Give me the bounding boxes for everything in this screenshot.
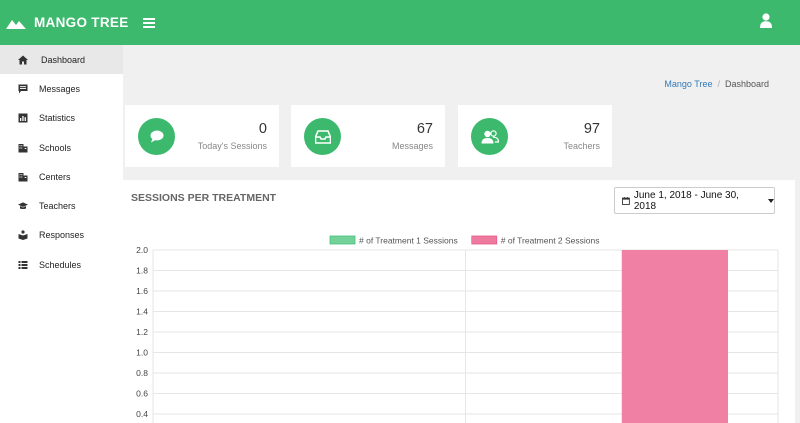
breadcrumb-current: Dashboard [724, 79, 769, 89]
sidebar-item-label: Teachers [39, 201, 76, 212]
mountain-logo-icon [6, 19, 26, 29]
home-icon [18, 55, 28, 65]
stat-label: Today's Sessions [197, 141, 267, 151]
sidebar-item-label: Schools [39, 142, 72, 153]
stat-value: 67 [416, 121, 433, 137]
sidebar-item-label: Messages [39, 83, 81, 94]
breadcrumb-link-root[interactable]: Mango Tree [664, 79, 712, 89]
legend-swatch [329, 235, 356, 245]
inbox-icon [304, 118, 341, 155]
legend-swatch [471, 235, 498, 245]
sidebar-item-label: Centers [39, 171, 71, 182]
sidebar-item-schedules[interactable]: Schedules [0, 250, 123, 279]
bar-chart-icon [18, 113, 28, 123]
chart-title: SESSIONS PER TREATMENT [131, 192, 277, 204]
sidebar-item-dashboard[interactable]: Dashboard [0, 45, 123, 75]
bar-2 [621, 250, 728, 423]
sidebar-item-label: Dashboard [41, 54, 86, 65]
y-tick-label: 0.6 [136, 389, 148, 399]
sidebar-item-label: Statistics [39, 113, 76, 124]
calendar-icon [622, 196, 630, 205]
list-icon [18, 260, 28, 270]
message-icon [18, 84, 28, 94]
legend-label: # of Treatment 2 Sessions [501, 236, 600, 246]
sidebar-item-label: Schedules [39, 259, 82, 270]
sidebar-item-teachers[interactable]: Teachers [0, 191, 123, 220]
y-tick-label: 1.0 [136, 348, 148, 358]
date-range-text: June 1, 2018 - June 30, 2018 [633, 189, 739, 212]
user-icon[interactable] [760, 13, 772, 28]
chat-bubble-icon [138, 118, 175, 155]
sidebar-item-responses[interactable]: Responses [0, 221, 123, 250]
y-tick-label: 1.2 [136, 327, 148, 337]
stat-value: 97 [583, 121, 600, 137]
legend-label: # of Treatment 1 Sessions [359, 236, 458, 246]
breadcrumb-separator: / [717, 79, 720, 89]
stat-value: 0 [258, 121, 267, 137]
y-tick-label: 1.8 [136, 266, 148, 276]
chevron-down-icon [768, 198, 774, 203]
stat-card-messages: 67 Messages [291, 105, 445, 167]
sidebar-item-schools[interactable]: Schools [0, 133, 123, 162]
sidebar-item-statistics[interactable]: Statistics [0, 104, 123, 133]
users-icon [471, 118, 508, 155]
y-tick-label: 2.0 [136, 245, 148, 255]
stat-label: Messages [391, 141, 433, 151]
brand[interactable]: MANGO TREE [0, 0, 129, 45]
breadcrumb: Mango Tree / Dashboard [664, 79, 769, 89]
sessions-chart: 2.0 1.8 1.6 1.4 1.2 1.0 0.8 0.6 0.4 # of Treatmen… [136, 235, 779, 423]
sidebar-item-centers[interactable]: Centers [0, 162, 123, 191]
y-tick-label: 1.6 [136, 286, 148, 296]
chart-panel: 2.0 1.8 1.6 1.4 1.2 1.0 0.8 0.6 0.4 # of Treatmen… [123, 180, 795, 423]
app-name: MANGO TREE [34, 15, 129, 30]
sidebar-item-label: Responses [39, 230, 85, 241]
graduation-cap-icon [18, 201, 28, 211]
sidebar-item-messages[interactable]: Messages [0, 74, 123, 103]
y-tick-label: 0.8 [136, 368, 148, 378]
y-tick-label: 1.4 [136, 307, 148, 317]
stat-card-sessions: 0 Today's Sessions [125, 105, 279, 167]
reading-icon [18, 230, 28, 241]
y-tick-label: 0.4 [136, 409, 148, 419]
stat-label: Teachers [563, 141, 600, 151]
top-navbar: MANGO TREE [0, 0, 800, 45]
date-range-picker[interactable]: June 1, 2018 - June 30, 2018 [614, 187, 775, 214]
building-icon [18, 172, 28, 182]
stat-card-teachers: 97 Teachers [458, 105, 612, 167]
building-icon [18, 143, 28, 153]
sidebar: Dashboard Messages Statistics Schools Ce… [0, 45, 123, 423]
menu-toggle-icon[interactable] [142, 17, 155, 28]
main-content: Mango Tree / Dashboard 0 Today's Sessions … [123, 45, 795, 423]
